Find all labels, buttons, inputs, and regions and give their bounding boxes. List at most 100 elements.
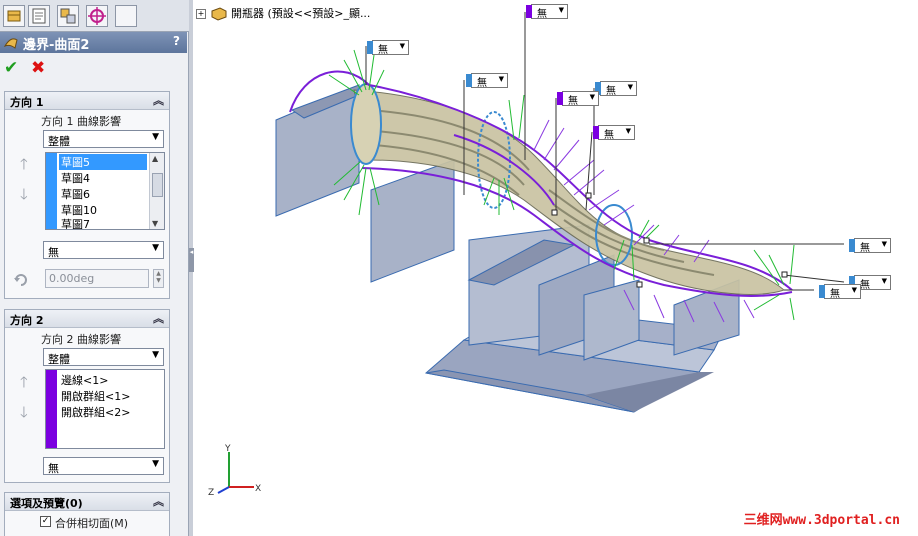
callout-value: 無 <box>477 78 487 89</box>
direction1-tangency-dropdown[interactable]: 無 ▼ <box>43 241 164 259</box>
collapse-icon[interactable]: ︽ <box>153 92 164 108</box>
chevron-down-icon: ▼ <box>881 277 887 285</box>
property-manager: 邊界-曲面2 ? ✔ ✖ 方向 1 ︽ 方向 1 曲線影響 整體 ▼ 🡑 🡓 草… <box>0 0 189 536</box>
scroll-down-icon[interactable]: ▼ <box>152 219 158 228</box>
tab-configuration-manager[interactable] <box>57 5 79 27</box>
direction2-influence-dropdown[interactable]: 整體 ▼ <box>43 348 164 366</box>
chevron-down-icon: ▼ <box>625 127 631 135</box>
reverse-direction-icon[interactable] <box>12 271 30 289</box>
model-viewport[interactable]: Y X Z <box>194 0 918 536</box>
options-section: 選項及預覽(0) ︽ ✓ 合併相切面(M) <box>4 492 170 536</box>
direction2-header[interactable]: 方向 2 ︽ <box>5 310 169 328</box>
callout-tangency[interactable]: 無 ▼ <box>819 284 861 300</box>
boundary-surface-icon <box>3 38 18 49</box>
feature-titlebar: 邊界-曲面2 ? <box>0 32 187 53</box>
chevron-down-icon: ▼ <box>152 132 159 142</box>
list-item[interactable]: 草圖6 <box>61 186 90 202</box>
direction1-influence-value: 整體 <box>48 135 70 148</box>
direction2-color-bar <box>46 370 57 448</box>
property-icon <box>32 8 46 24</box>
callout-tangency[interactable]: 無 ▼ <box>557 91 599 107</box>
expand-icon[interactable]: + <box>196 9 206 19</box>
watermark: 三维网www.3dportal.cn <box>743 513 900 528</box>
chevron-down-icon: ▼ <box>558 6 564 14</box>
direction1-tangency-value: 無 <box>48 246 59 259</box>
graphics-area[interactable]: Y X Z + 開瓶器 (預設<<預設>_顯... 無 ▼ 無 ▼ 無 ▼ 無 ▼ 無 ▼… <box>194 0 918 536</box>
direction1-title: 方向 1 <box>10 96 44 109</box>
callout-value: 無 <box>606 86 616 97</box>
list-item[interactable]: 邊線<1> <box>61 372 108 388</box>
tab-feature-manager[interactable] <box>3 5 25 27</box>
part-icon <box>211 7 226 21</box>
direction2-influence-label: 方向 2 曲線影響 <box>41 333 121 346</box>
list-item[interactable]: 草圖4 <box>61 170 90 186</box>
callout-tangency[interactable]: 無 ▼ <box>367 40 409 56</box>
merge-tangent-label: 合併相切面(M) <box>55 517 129 530</box>
direction1-influence-label: 方向 1 曲線影響 <box>41 115 121 128</box>
callout-value: 無 <box>830 289 840 300</box>
callout-value: 無 <box>860 280 870 291</box>
direction1-angle-value: 0.00deg <box>49 272 95 285</box>
chevron-down-icon: ▼ <box>627 83 633 91</box>
tab-dimxpert-manager[interactable] <box>86 5 108 27</box>
options-title: 選項及預覽(0) <box>10 497 83 510</box>
help-button[interactable]: ? <box>173 34 180 48</box>
x-axis-label: X <box>255 484 261 494</box>
callout-tangency[interactable]: 無 ▼ <box>466 73 508 89</box>
chevron-down-icon: ▼ <box>851 286 857 294</box>
callout-tangency[interactable]: 無 ▼ <box>593 125 635 141</box>
direction2-tangency-dropdown[interactable]: 無 ▼ <box>43 457 164 475</box>
callout-tangency[interactable]: 無 ▼ <box>849 238 891 254</box>
cancel-button[interactable]: ✖ <box>31 58 45 78</box>
chevron-down-icon: ▼ <box>152 243 159 253</box>
y-axis-label: Y <box>224 444 231 454</box>
direction1-header[interactable]: 方向 1 ︽ <box>5 92 169 110</box>
chevron-down-icon: ▼ <box>498 75 504 83</box>
coordinate-triad <box>217 452 254 494</box>
list-item[interactable]: 草圖7 <box>61 216 90 229</box>
tab-property-manager[interactable] <box>28 5 50 27</box>
callout-value: 無 <box>568 96 578 107</box>
callout-tangency[interactable]: 無 ▼ <box>526 4 568 20</box>
direction2-title: 方向 2 <box>10 314 44 327</box>
merge-tangent-checkbox[interactable]: ✓ <box>40 516 51 527</box>
z-axis-label: Z <box>208 488 214 498</box>
feature-tree-flyout[interactable]: + 開瓶器 (預設<<預設>_顯... <box>196 5 370 21</box>
move-up-icon[interactable]: 🡑 <box>20 372 28 397</box>
move-up-icon[interactable]: 🡑 <box>20 154 28 179</box>
move-down-icon[interactable]: 🡓 <box>20 184 28 209</box>
callout-value: 無 <box>860 243 870 254</box>
page-title: 邊界-曲面2 <box>23 38 90 53</box>
options-header[interactable]: 選項及預覽(0) ︽ <box>5 493 169 511</box>
collapse-icon[interactable]: ︽ <box>153 493 164 509</box>
direction2-section: 方向 2 ︽ 方向 2 曲線影響 整體 ▼ 🡑 🡓 邊線<1> 開啟群組<1> … <box>4 309 170 483</box>
direction1-influence-dropdown[interactable]: 整體 ▼ <box>43 130 164 148</box>
callout-value: 無 <box>537 9 547 20</box>
list-item[interactable]: 開啟群組<1> <box>61 388 130 404</box>
direction1-section: 方向 1 ︽ 方向 1 曲線影響 整體 ▼ 🡑 🡓 草圖5 草圖4 草圖6 草圖… <box>4 91 170 299</box>
callout-value: 無 <box>604 130 614 141</box>
direction2-tangency-value: 無 <box>48 462 59 475</box>
chevron-down-icon: ▼ <box>881 240 887 248</box>
manager-tabs <box>0 0 189 32</box>
direction2-curve-list[interactable]: 邊線<1> 開啟群組<1> 開啟群組<2> <box>45 369 165 449</box>
part-name: 開瓶器 (預設<<預設>_顯... <box>231 7 371 20</box>
crosshair-icon <box>88 7 106 25</box>
tab-display-manager[interactable] <box>115 5 137 27</box>
feature-tree-icon <box>7 10 21 22</box>
list-item[interactable]: 草圖5 <box>59 154 147 170</box>
collapse-icon[interactable]: ︽ <box>153 310 164 326</box>
direction1-list-scrollbar[interactable]: ▲ ▼ <box>149 153 164 229</box>
angle-spinner[interactable]: ▲ ▼ <box>153 269 164 288</box>
direction1-curve-list[interactable]: 草圖5 草圖4 草圖6 草圖10 草圖7 ▲ ▼ <box>45 152 165 230</box>
configuration-icon <box>60 8 76 24</box>
scroll-up-icon[interactable]: ▲ <box>152 154 158 163</box>
chevron-down-icon: ▼ <box>589 93 595 101</box>
move-down-icon[interactable]: 🡓 <box>20 402 28 427</box>
direction2-influence-value: 整體 <box>48 353 70 366</box>
ok-button[interactable]: ✔ <box>4 58 18 78</box>
direction1-angle-input[interactable]: 0.00deg <box>45 269 149 288</box>
callout-tangency[interactable]: 無 ▼ <box>595 81 637 97</box>
scroll-thumb[interactable] <box>152 173 163 197</box>
list-item[interactable]: 開啟群組<2> <box>61 404 130 420</box>
